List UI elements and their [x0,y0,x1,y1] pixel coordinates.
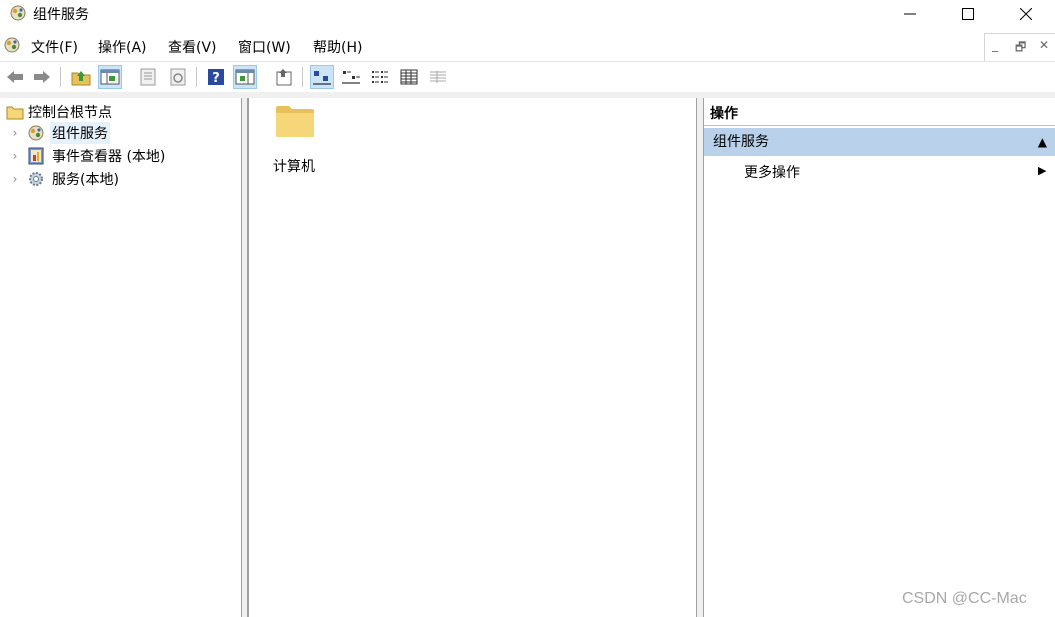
svg-text:?: ? [212,71,220,86]
expand-chevron-icon[interactable]: › [8,126,22,140]
grid-view-button[interactable] [426,65,450,89]
small-icons-view-icon [342,71,360,84]
mdi-minimize-button[interactable]: _ [992,38,998,52]
collapse-up-icon[interactable]: ▲ [1038,128,1047,156]
help-icon: ? [208,69,224,86]
back-button[interactable] [3,65,27,89]
tree-item-label: 组件服务 [50,122,110,144]
mdi-restore-button[interactable]: 🗗 [1015,38,1026,59]
toolbar-separator [60,67,61,87]
actions-header: 操作 [704,102,1055,126]
tree-item-label: 事件查看器 (本地) [52,149,166,165]
menu-window[interactable]: 窗口(W) [238,37,291,57]
maximize-icon [962,8,974,20]
help-button[interactable]: ? [204,65,228,89]
tree-root-node[interactable]: 控制台根节点 [6,102,112,122]
result-item-computers[interactable]: 计算机 [271,104,321,175]
maximize-button[interactable] [939,0,997,28]
menu-file[interactable]: 文件(F) [31,37,78,57]
minimize-button[interactable] [881,0,939,28]
result-item-label: 计算机 [273,159,315,175]
toolbar-separator [302,67,303,87]
export-list-button[interactable] [272,65,296,89]
close-button[interactable] [997,0,1055,28]
tree-root-label: 控制台根节点 [28,105,112,121]
toolbar: ? [0,61,1055,91]
show-action-pane-button[interactable] [233,65,257,89]
minimize-icon [904,13,916,15]
actions-section-component-services[interactable]: 组件服务 ▲ [704,128,1055,156]
back-icon [7,71,23,83]
detail-view-icon [400,69,418,85]
menu-view[interactable]: 查看(V) [168,37,217,57]
list-view-button[interactable] [368,65,392,89]
folder-icon [276,106,314,137]
properties-icon [140,68,156,86]
menu-action[interactable]: 操作(A) [98,37,147,57]
submenu-arrow-icon[interactable]: ▶ [1038,164,1046,177]
large-icons-view-icon [313,71,331,85]
list-view-icon [372,71,388,83]
refresh-icon [170,68,186,86]
tree-item-component-services[interactable]: › 组件服务 [8,122,110,144]
tree-item-event-viewer[interactable]: › 事件查看器 (本地) [8,145,167,167]
properties-button[interactable] [136,65,160,89]
menu-help[interactable]: 帮助(H) [313,37,362,57]
expand-chevron-icon[interactable]: › [8,149,22,163]
mdi-child-controls: _ 🗗 ✕ [984,33,1055,61]
grid-view-icon [430,71,446,83]
up-folder-button[interactable] [69,65,93,89]
services-gear-icon [26,169,46,189]
forward-button[interactable] [30,65,54,89]
result-pane: 计算机 [248,98,697,617]
toolbar-separator [196,67,197,87]
small-icons-view-button[interactable] [339,65,363,89]
watermark: CSDN @CC-Mac [902,590,1027,607]
event-viewer-icon [26,146,46,166]
actions-section-label: 组件服务 [713,134,769,150]
system-menu-icon[interactable] [2,35,22,55]
action-more-actions[interactable]: 更多操作 [744,162,800,182]
tree-item-label: 服务(本地) [52,172,119,188]
tree-item-services[interactable]: › 服务(本地) [8,168,121,190]
export-icon [276,69,292,86]
component-services-app-icon [8,3,28,23]
show-hide-tree-icon [100,69,120,85]
title-bar: 组件服务 [0,0,1055,28]
console-tree-pane: 控制台根节点 › 组件服务 › 事件查看器 (本地) › 服务(本地) [0,98,242,617]
expand-chevron-icon[interactable]: › [8,172,22,186]
window-title: 组件服务 [33,7,89,23]
actions-pane: 操作 组件服务 ▲ 更多操作 ▶ [703,98,1055,617]
component-services-icon [26,123,46,143]
detail-view-button[interactable] [397,65,421,89]
up-folder-icon [71,71,91,86]
close-icon [1020,8,1032,20]
show-hide-tree-button[interactable] [98,65,122,89]
mdi-close-button[interactable]: ✕ [1039,38,1049,52]
menu-bar: 文件(F) 操作(A) 查看(V) 窗口(W) 帮助(H) [0,31,1055,61]
show-action-pane-icon [235,69,255,85]
forward-icon [34,71,50,83]
large-icons-view-button[interactable] [310,65,334,89]
folder-icon [6,106,24,120]
refresh-button[interactable] [166,65,190,89]
